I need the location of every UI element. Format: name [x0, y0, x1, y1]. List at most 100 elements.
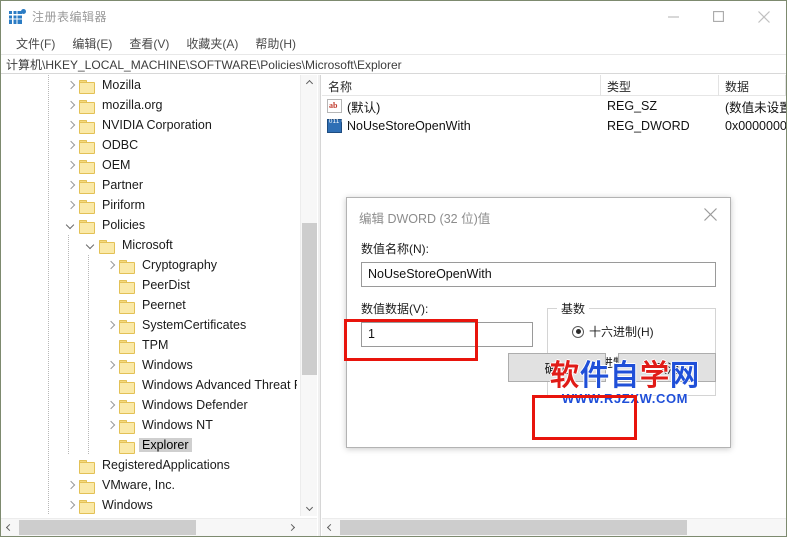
- radio-hexadecimal[interactable]: 十六进制(H): [548, 323, 715, 340]
- tree-item-label: Peernet: [142, 298, 186, 312]
- tree-item-windows[interactable]: Windows: [1, 355, 297, 375]
- value-row[interactable]: 011 010 NoUseStoreOpenWith REG_DWORD 0x0000…: [322, 116, 786, 136]
- address-bar[interactable]: 计算机\HKEY_LOCAL_MACHINE\SOFTWARE\Policies…: [1, 54, 786, 74]
- column-header-name[interactable]: 名称: [322, 75, 601, 96]
- folder-icon: [79, 459, 95, 474]
- tree-item-label: Policies: [102, 218, 146, 232]
- tree-item-mozilla[interactable]: Mozilla: [1, 75, 297, 95]
- menu-item-help[interactable]: 帮助(H): [247, 33, 305, 54]
- tree-item-nvidia-corporation[interactable]: NVIDIA Corporation: [1, 115, 297, 135]
- folder-icon: [119, 299, 135, 314]
- key-tree-pane: Mozilla mozilla.org NVIDIA Corporation ODBC…: [1, 75, 317, 536]
- menu-item-view[interactable]: 查看(V): [121, 33, 178, 54]
- column-header-type[interactable]: 类型: [601, 75, 719, 96]
- chevron-right-icon[interactable]: [63, 95, 79, 115]
- value-row[interactable]: ab (默认) REG_SZ (数值未设置: [322, 96, 786, 116]
- chevron-right-icon[interactable]: [63, 475, 79, 495]
- tree-scroll-left-button[interactable]: [1, 519, 18, 536]
- chevron-down-icon[interactable]: [63, 215, 79, 235]
- folder-icon: [119, 339, 135, 354]
- tree-item-piriform[interactable]: Piriform: [1, 195, 297, 215]
- radio-hexadecimal-icon[interactable]: [572, 325, 584, 338]
- menu-item-edit[interactable]: 编辑(E): [64, 33, 121, 54]
- tree-indent-guide: [48, 115, 49, 135]
- tree-indent-guide: [68, 315, 69, 335]
- value-name-cell: 011 010 NoUseStoreOpenWith: [322, 119, 601, 133]
- ok-button[interactable]: 确定: [508, 353, 606, 382]
- chevron-right-icon[interactable]: [103, 255, 119, 275]
- chevron-right-icon[interactable]: [103, 395, 119, 415]
- list-horizontal-scroll-thumb[interactable]: [340, 520, 687, 535]
- chevron-right-icon[interactable]: [103, 415, 119, 435]
- window-title: 注册表编辑器: [32, 10, 108, 24]
- value-name-input[interactable]: NoUseStoreOpenWith: [361, 262, 716, 287]
- chevron-right-icon[interactable]: [103, 315, 119, 335]
- tree-item-oem[interactable]: OEM: [1, 155, 297, 175]
- tree-item-policies[interactable]: Policies: [1, 215, 297, 235]
- maximize-icon[interactable]: [696, 1, 741, 32]
- chevron-right-icon[interactable]: [63, 195, 79, 215]
- tree-item-windows-defender[interactable]: Windows Defender: [1, 395, 297, 415]
- column-header-label: 数据: [725, 80, 750, 94]
- tree-item-windows-advanced-threat-pr[interactable]: Windows Advanced Threat Pr: [1, 375, 297, 395]
- tree-horizontal-scroll-thumb[interactable]: [19, 520, 196, 535]
- tree-indent-guide: [68, 255, 69, 275]
- tree-scroll-down-button[interactable]: [301, 499, 317, 516]
- chevron-right-icon[interactable]: [63, 495, 79, 515]
- tree-scroll-right-button[interactable]: [283, 519, 300, 536]
- folder-icon: [79, 479, 95, 494]
- tree-scroll-up-button[interactable]: [301, 75, 317, 92]
- values-column-headers[interactable]: 名称 类型 数据: [322, 75, 786, 96]
- tree-item-peernet[interactable]: Peernet: [1, 295, 297, 315]
- tree-indent-guide: [48, 135, 49, 155]
- tree-indent-guide: [48, 95, 49, 115]
- tree-item-windows[interactable]: Windows: [1, 495, 297, 515]
- chevron-right-icon[interactable]: [63, 155, 79, 175]
- menu-item-favorites[interactable]: 收藏夹(A): [178, 33, 247, 54]
- value-data-input[interactable]: 1: [361, 322, 533, 347]
- tree-item-peerdist[interactable]: PeerDist: [1, 275, 297, 295]
- tree-item-registeredapplications[interactable]: RegisteredApplications: [1, 455, 297, 475]
- key-tree[interactable]: Mozilla mozilla.org NVIDIA Corporation ODBC…: [1, 75, 297, 516]
- dialog-close-icon[interactable]: [690, 198, 730, 230]
- value-name-text: NoUseStoreOpenWith: [347, 119, 471, 133]
- chevron-right-icon[interactable]: [63, 135, 79, 155]
- tree-item-tpm[interactable]: TPM: [1, 335, 297, 355]
- chevron-right-icon[interactable]: [63, 75, 79, 95]
- tree-item-cryptography[interactable]: Cryptography: [1, 255, 297, 275]
- tree-item-label: VMware, Inc.: [102, 478, 175, 492]
- tree-indent-guide: [48, 295, 49, 315]
- list-horizontal-scrollbar[interactable]: [322, 518, 786, 536]
- tree-item-label: Mozilla: [102, 78, 141, 92]
- tree-item-microsoft[interactable]: Microsoft: [1, 235, 297, 255]
- chevron-right-icon[interactable]: [103, 355, 119, 375]
- value-type-cell: REG_DWORD: [607, 119, 690, 133]
- value-name-text: (默认): [347, 100, 381, 115]
- close-icon[interactable]: [741, 1, 786, 32]
- cancel-button[interactable]: 取消: [618, 353, 716, 382]
- tree-item-systemcertificates[interactable]: SystemCertificates: [1, 315, 297, 335]
- values-list[interactable]: ab (默认) REG_SZ (数值未设置 011 010 NoUseStoreOpenW…: [322, 96, 786, 136]
- value-type-cell: REG_SZ: [607, 99, 658, 113]
- minimize-icon[interactable]: [651, 1, 696, 32]
- folder-icon: [119, 379, 135, 394]
- menu-item-file[interactable]: 文件(F): [8, 33, 64, 54]
- pane-splitter[interactable]: [317, 75, 321, 536]
- tree-vertical-scrollbar[interactable]: [300, 75, 317, 516]
- tree-item-partner[interactable]: Partner: [1, 175, 297, 195]
- chevron-right-icon[interactable]: [63, 115, 79, 135]
- tree-indent-guide: [88, 415, 89, 435]
- column-header-data[interactable]: 数据: [719, 75, 786, 96]
- tree-item-odbc[interactable]: ODBC: [1, 135, 297, 155]
- chevron-right-icon[interactable]: [63, 175, 79, 195]
- tree-item-vmware-inc[interactable]: VMware, Inc.: [1, 475, 297, 495]
- tree-horizontal-scrollbar[interactable]: [1, 518, 317, 536]
- tree-item-mozilla-org[interactable]: mozilla.org: [1, 95, 297, 115]
- dword-value-icon: 011 010: [327, 119, 352, 133]
- tree-vertical-scroll-thumb[interactable]: [302, 223, 317, 375]
- chevron-down-icon[interactable]: [83, 235, 99, 255]
- tree-item-windows-nt[interactable]: Windows NT: [1, 415, 297, 435]
- tree-indent-guide: [68, 355, 69, 375]
- tree-item-explorer[interactable]: Explorer: [1, 435, 297, 455]
- list-scroll-left-button[interactable]: [322, 519, 339, 536]
